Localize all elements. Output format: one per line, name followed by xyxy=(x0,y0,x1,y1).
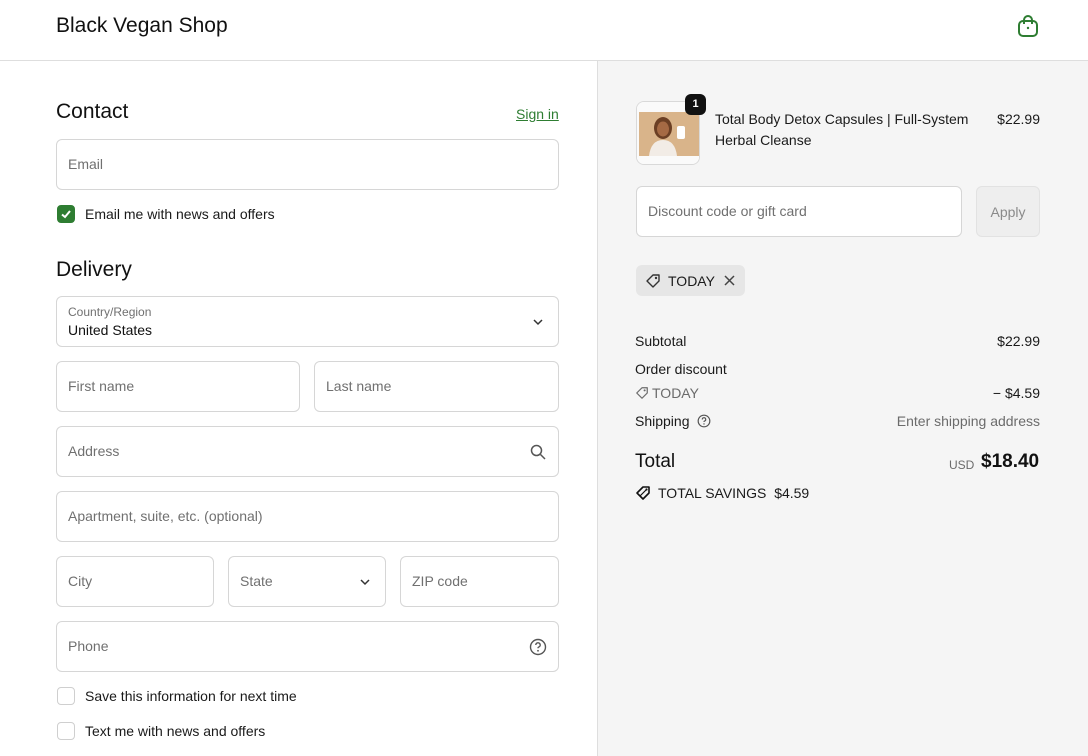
save-info-checkbox[interactable] xyxy=(57,687,75,705)
remove-discount-icon[interactable] xyxy=(723,274,736,287)
header: Black Vegan Shop xyxy=(0,0,1088,61)
discount-code-text: TODAY xyxy=(652,385,699,401)
checkout-form: Contact Sign in Email me with news and o… xyxy=(0,61,598,756)
search-icon xyxy=(530,444,546,460)
discount-value: − $4.59 xyxy=(992,385,1040,401)
chevron-down-icon xyxy=(533,319,543,326)
city-field[interactable] xyxy=(56,556,214,607)
address-field[interactable] xyxy=(56,426,559,477)
chevron-down-icon xyxy=(360,579,370,586)
total-label: Total xyxy=(635,451,676,472)
shopping-bag-icon[interactable] xyxy=(1017,14,1039,38)
applied-discount-chip: TODAY xyxy=(636,265,745,296)
phone-input[interactable] xyxy=(68,622,529,671)
quantity-badge: 1 xyxy=(685,94,706,115)
state-placeholder: State xyxy=(240,573,273,589)
savings-value: $4.59 xyxy=(774,485,810,501)
country-select[interactable]: Country/Region United States xyxy=(56,296,559,347)
help-circle-icon[interactable] xyxy=(529,638,547,656)
product-price: $22.99 xyxy=(997,111,1040,127)
email-news-checkbox[interactable] xyxy=(57,205,75,223)
subtotal-value: $22.99 xyxy=(997,333,1040,349)
text-news-label: Text me with news and offers xyxy=(85,723,266,739)
discount-code-field[interactable] xyxy=(636,186,962,237)
save-info-label: Save this information for next time xyxy=(85,688,297,704)
city-input[interactable] xyxy=(68,557,184,606)
zip-input[interactable] xyxy=(412,557,529,606)
address-input[interactable] xyxy=(68,427,529,476)
delivery-heading: Delivery xyxy=(56,258,132,281)
state-select[interactable]: State xyxy=(228,556,386,607)
savings-label: TOTAL SAVINGS xyxy=(658,485,767,501)
shipping-label: Shipping xyxy=(635,413,690,429)
apply-button[interactable]: Apply xyxy=(976,186,1040,237)
phone-field[interactable] xyxy=(56,621,559,672)
first-name-input[interactable] xyxy=(68,362,270,411)
shipping-row: Shipping xyxy=(635,413,711,429)
last-name-input[interactable] xyxy=(326,362,529,411)
email-news-label: Email me with news and offers xyxy=(85,206,275,222)
order-discount-label: Order discount xyxy=(635,361,727,377)
country-label: Country/Region xyxy=(68,305,152,319)
sign-in-link[interactable]: Sign in xyxy=(516,106,559,122)
text-news-checkbox[interactable] xyxy=(57,722,75,740)
discount-code-input[interactable] xyxy=(648,187,932,236)
tag-icon xyxy=(636,387,648,399)
applied-code: TODAY xyxy=(668,273,715,289)
discount-code-row: TODAY xyxy=(635,385,699,401)
tag-icon xyxy=(646,274,660,288)
email-field[interactable] xyxy=(56,139,559,190)
email-input[interactable] xyxy=(68,140,529,189)
currency-code: USD xyxy=(949,458,975,472)
total-value: $18.40 xyxy=(981,451,1040,472)
apartment-field[interactable] xyxy=(56,491,559,542)
zip-field[interactable] xyxy=(400,556,559,607)
country-value: United States xyxy=(68,322,153,338)
check-icon xyxy=(61,210,71,219)
last-name-field[interactable] xyxy=(314,361,559,412)
savings-tag-icon xyxy=(636,486,650,500)
order-summary: 1 Total Body Detox Capsules | Full-Syste… xyxy=(598,61,1088,756)
contact-heading: Contact xyxy=(56,100,129,123)
subtotal-label: Subtotal xyxy=(635,333,687,349)
shipping-value: Enter shipping address xyxy=(896,413,1040,429)
product-title: Total Body Detox Capsules | Full-System … xyxy=(715,111,969,148)
total-savings: TOTAL SAVINGS $4.59 xyxy=(635,484,809,502)
apartment-input[interactable] xyxy=(68,492,529,541)
help-circle-icon[interactable] xyxy=(697,414,711,428)
shop-logo-text[interactable]: Black Vegan Shop xyxy=(56,14,228,38)
first-name-field[interactable] xyxy=(56,361,300,412)
